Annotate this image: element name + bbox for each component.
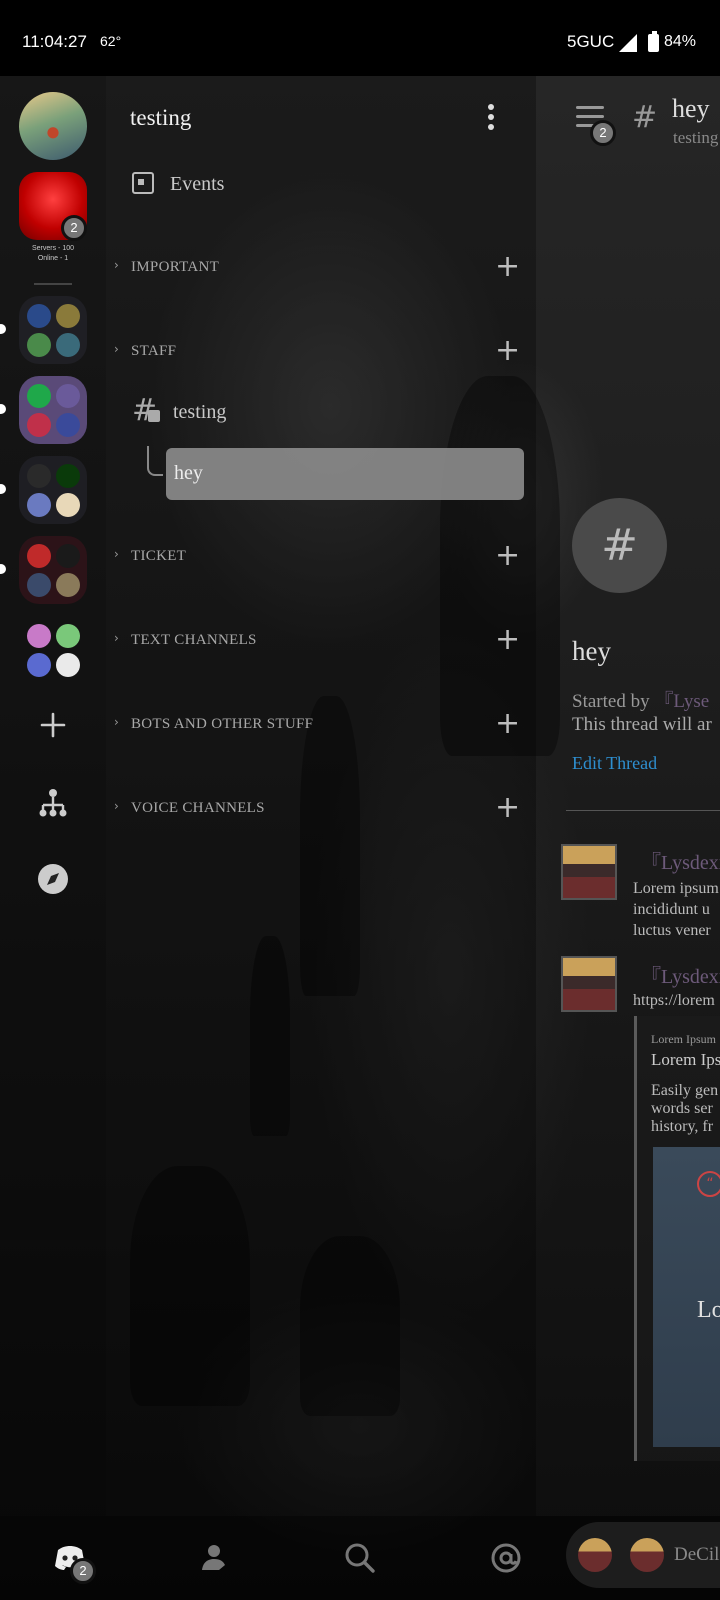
server-avatar-forest[interactable] [19, 92, 87, 160]
message-text: Lorem ipsum incididunt u luctus vener [633, 880, 719, 939]
voice-user-name: DeCil [674, 1544, 720, 1565]
chevron-right-icon: › [114, 715, 120, 729]
thread-connector [147, 446, 163, 476]
battery-icon [648, 31, 659, 52]
avatar [578, 1538, 612, 1572]
thread-title: hey [572, 636, 611, 666]
chat-header-subtitle: testing [673, 128, 719, 147]
explore-compass-icon[interactable] [36, 862, 70, 896]
server-badge: 2 [61, 215, 87, 241]
rail-divider [34, 283, 72, 285]
add-channel-icon[interactable]: + [495, 709, 520, 739]
embed-description: Easily gen words ser history, fr [651, 1082, 719, 1135]
status-network: 5GUC [567, 32, 615, 51]
chat-divider [566, 810, 720, 811]
home-badge: 2 [70, 1558, 96, 1584]
add-channel-icon[interactable]: + [495, 252, 520, 282]
message-author[interactable]: 『Lysdexia [641, 846, 720, 875]
status-time: 11:04:27 [22, 32, 87, 51]
chat-header-title: hey [672, 94, 710, 123]
chevron-right-icon: › [114, 547, 120, 561]
chevron-right-icon: › [114, 258, 120, 272]
add-server-icon[interactable] [36, 708, 70, 742]
server-folder-2[interactable] [19, 376, 87, 444]
embed-image[interactable]: “ Lo [653, 1147, 720, 1447]
locked-thread-channel-icon: # [132, 396, 160, 426]
status-battery: 84% [664, 33, 697, 50]
thread-icon: # [632, 100, 658, 135]
chevron-right-icon: › [114, 799, 120, 813]
category-text-channels[interactable]: › TEXT CHANNELS + [114, 625, 524, 657]
chevron-right-icon: › [114, 342, 120, 356]
add-channel-icon[interactable]: + [495, 336, 520, 366]
avatar[interactable] [561, 844, 617, 900]
embed-title[interactable]: Lorem Ips [651, 1050, 720, 1070]
events-button[interactable]: Events [132, 172, 224, 196]
thread-started-by: Started by 『Lyse [572, 691, 710, 712]
link-embed[interactable]: Lorem Ipsum Lorem Ips Easily gen words s… [634, 1016, 720, 1461]
more-options-icon[interactable] [486, 104, 496, 132]
signal-icon [619, 34, 637, 52]
avatar [630, 1538, 664, 1572]
thread-archive-notice: This thread will ar [572, 714, 712, 735]
mentions-icon[interactable] [486, 1538, 526, 1578]
status-bar: 11:04:27 62° 5GUC 84% [0, 0, 720, 76]
category-important[interactable]: › IMPORTANT + [114, 252, 524, 284]
embed-site: Lorem Ipsum [651, 1032, 716, 1046]
message-link[interactable]: https://lorem [633, 990, 715, 1011]
category-ticket[interactable]: › TICKET + [114, 541, 524, 573]
status-temperature: 62° [100, 33, 122, 49]
channel-testing[interactable]: # testing [132, 396, 522, 436]
thread-hey-selected[interactable]: hey [166, 448, 524, 500]
category-staff[interactable]: › STAFF + [114, 336, 524, 368]
category-voice-channels[interactable]: › VOICE CHANNELS + [114, 793, 524, 825]
quote-icon: “ [697, 1171, 720, 1197]
voice-activity-pill[interactable]: DeCil [566, 1522, 720, 1588]
server-folder-1[interactable] [19, 296, 87, 364]
thread-large-icon: # [572, 498, 667, 593]
message-author[interactable]: 『Lysdexia [641, 960, 720, 989]
chevron-right-icon: › [114, 631, 120, 645]
add-channel-icon[interactable]: + [495, 541, 520, 571]
search-icon[interactable] [340, 1538, 380, 1578]
menu-badge: 2 [590, 120, 616, 146]
add-channel-icon[interactable]: + [495, 625, 520, 655]
server-name[interactable]: testing [130, 105, 191, 131]
calendar-icon [132, 172, 154, 194]
avatar[interactable] [561, 956, 617, 1012]
edit-thread-link[interactable]: Edit Thread [572, 753, 657, 774]
server-stats: Servers - 100 Online - 1 [31, 245, 75, 262]
server-directory-icon[interactable] [36, 786, 70, 820]
server-folder-4[interactable] [19, 536, 87, 604]
add-channel-icon[interactable]: + [495, 793, 520, 823]
server-folder-5[interactable] [19, 616, 87, 684]
friends-icon[interactable] [196, 1538, 236, 1578]
category-bots[interactable]: › BOTS AND OTHER STUFF + [114, 709, 524, 741]
server-folder-3[interactable] [19, 456, 87, 524]
